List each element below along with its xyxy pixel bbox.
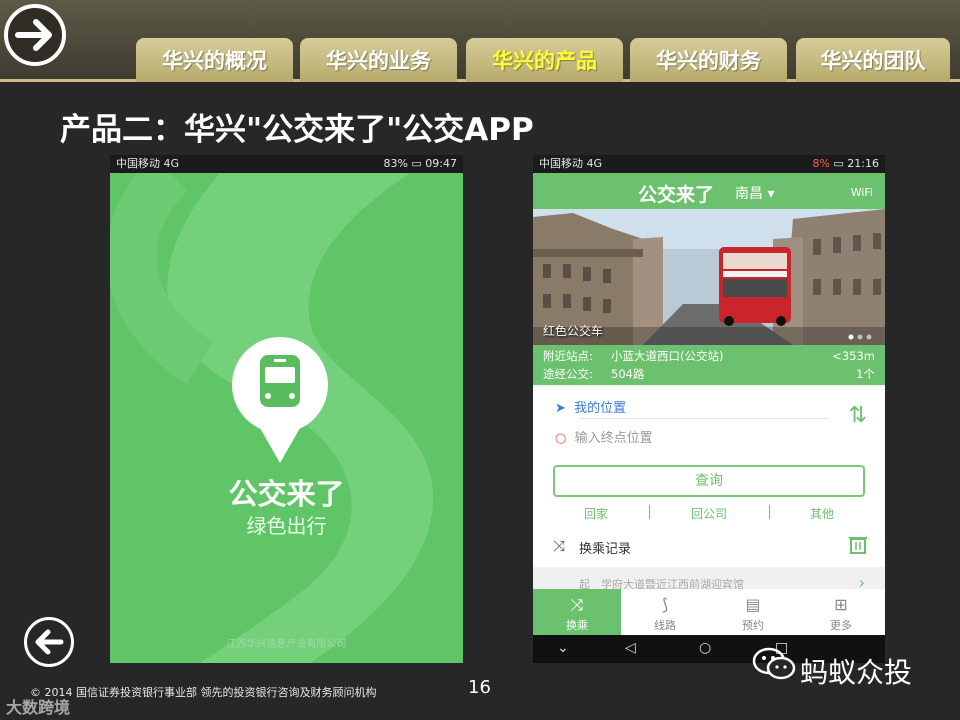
quick-office-button[interactable]: 回公司 (654, 505, 764, 522)
slide-title: 产品二：华兴"公交来了"公交APP (60, 112, 534, 148)
splash-screenshot: 中国移动 4G 83% ▭ 09:47 公交来了 绿色出行 江西华兴信息产业有限… (110, 155, 463, 663)
destination-circle-icon: ○ (555, 431, 567, 446)
route-search-card: ➤ 我的位置 ○ 输入终点位置 ⇅ 查询 回家 回公司 其他 ⤨ 换乘记录 起 … (533, 387, 885, 599)
tab-products[interactable]: 华兴的产品 (466, 38, 623, 82)
destination-field[interactable]: ○ 输入终点位置 (555, 427, 653, 446)
app-header: 公交来了 南昌 ▾ WiFi (533, 173, 885, 209)
top-nav-bar: 华兴的概况 华兴的业务 华兴的产品 华兴的财务 华兴的团队 (0, 0, 960, 82)
nearby-info-panel[interactable]: 附近站点: 小蓝大道西口(公交站) <353m 途经公交: 504路 1个 (533, 345, 885, 385)
bottom-tab-bar: ⤨ 换乘 ⟆ 线路 ▤ 预约 ⊞ 更多 (533, 589, 885, 635)
route-icon: ⟆ (661, 595, 669, 614)
history-title: 换乘记录 (579, 542, 632, 557)
nearby-station-row[interactable]: 附近站点: 小蓝大道西口(公交站) <353m (543, 347, 875, 365)
chevron-down-icon[interactable]: ⌄ (557, 640, 569, 656)
tab-team[interactable]: 华兴的团队 (796, 38, 950, 82)
status-bar: 中国移动 4G 8% ▭ 21:16 (533, 155, 885, 173)
battery-label: 8% (812, 157, 830, 170)
wechat-icon (752, 647, 796, 680)
tab-business[interactable]: 华兴的业务 (300, 38, 457, 82)
lines-count: 1个 (856, 367, 875, 381)
tab-more[interactable]: ⊞ 更多 (797, 589, 885, 635)
tab-transfer[interactable]: ⤨ 换乘 (533, 589, 621, 635)
shuffle-icon: ⤨ (570, 595, 584, 614)
tab-finance[interactable]: 华兴的财务 (630, 38, 787, 82)
nearby-station: 小蓝大道西口(公交站) (611, 349, 724, 363)
back-triangle-icon[interactable]: ◁ (625, 640, 636, 656)
road-background (110, 173, 434, 663)
lines-value: 504路 (611, 367, 645, 381)
grid-icon: ⊞ (834, 595, 848, 614)
status-bar: 中国移动 4G 83% ▭ 09:47 (110, 155, 463, 173)
divider (579, 418, 829, 419)
page-number: 16 (468, 677, 491, 698)
quick-other-button[interactable]: 其他 (767, 505, 877, 522)
lines-label: 途经公交: (543, 367, 593, 381)
clock-label: 21:16 (847, 157, 879, 170)
main-screen-screenshot: 中国移动 4G 8% ▭ 21:16 公交来了 南昌 ▾ WiFi 红色公交车 … (533, 155, 885, 663)
carrier-label: 中国移动 4G (539, 157, 603, 170)
passing-lines-row[interactable]: 途经公交: 504路 1个 (543, 365, 875, 383)
location-arrow-icon: ➤ (555, 401, 566, 416)
caret-down-icon: ▾ (767, 186, 775, 202)
tab-reserve[interactable]: ▤ 预约 (709, 589, 797, 635)
nearby-label: 附近站点: (543, 349, 593, 363)
shuffle-icon: ⤨ (553, 537, 566, 555)
destination-placeholder: 输入终点位置 (574, 431, 653, 446)
back-arrow-icon[interactable] (24, 617, 74, 667)
tab-label: 更多 (830, 619, 852, 632)
origin-field[interactable]: ➤ 我的位置 (555, 397, 626, 416)
city-label: 南昌 (735, 186, 763, 202)
swap-icon[interactable]: ⇅ (849, 403, 867, 428)
bus-pin-icon (232, 337, 328, 463)
forward-arrow-icon[interactable] (4, 4, 66, 66)
app-company: 江西华兴信息产业有限公司 (226, 639, 347, 650)
wifi-button[interactable]: WiFi (851, 186, 873, 199)
tab-overview[interactable]: 华兴的概况 (136, 38, 293, 82)
nearby-distance: <353m (832, 349, 875, 363)
home-circle-icon[interactable]: ○ (699, 640, 711, 656)
copyright-text: © 2014 国信证券投资银行事业部 领先的投资银行咨询及财务顾问机构 (30, 686, 377, 699)
clock-label: 09:47 (425, 157, 457, 170)
tab-label: 预约 (742, 619, 764, 632)
tab-label: 换乘 (566, 619, 588, 632)
tab-label: 线路 (654, 619, 676, 632)
battery-label: 83% (383, 157, 408, 170)
carrier-label: 中国移动 4G (116, 157, 180, 170)
trash-icon[interactable] (847, 533, 869, 555)
document-icon: ▤ (745, 595, 761, 614)
origin-label: 我的位置 (574, 401, 627, 416)
quick-home-button[interactable]: 回家 (541, 505, 651, 522)
city-selector[interactable]: 南昌 ▾ (735, 183, 774, 203)
app-title: 公交来了 (638, 184, 715, 206)
app-name: 公交来了 (228, 477, 345, 511)
divider (649, 505, 650, 519)
banner-caption: 红色公交车 (543, 324, 604, 338)
wechat-account-name: 蚂蚁众投 (800, 656, 913, 689)
query-button[interactable]: 查询 (553, 465, 865, 497)
app-slogan: 绿色出行 (246, 514, 327, 538)
tab-routes[interactable]: ⟆ 线路 (621, 589, 709, 635)
